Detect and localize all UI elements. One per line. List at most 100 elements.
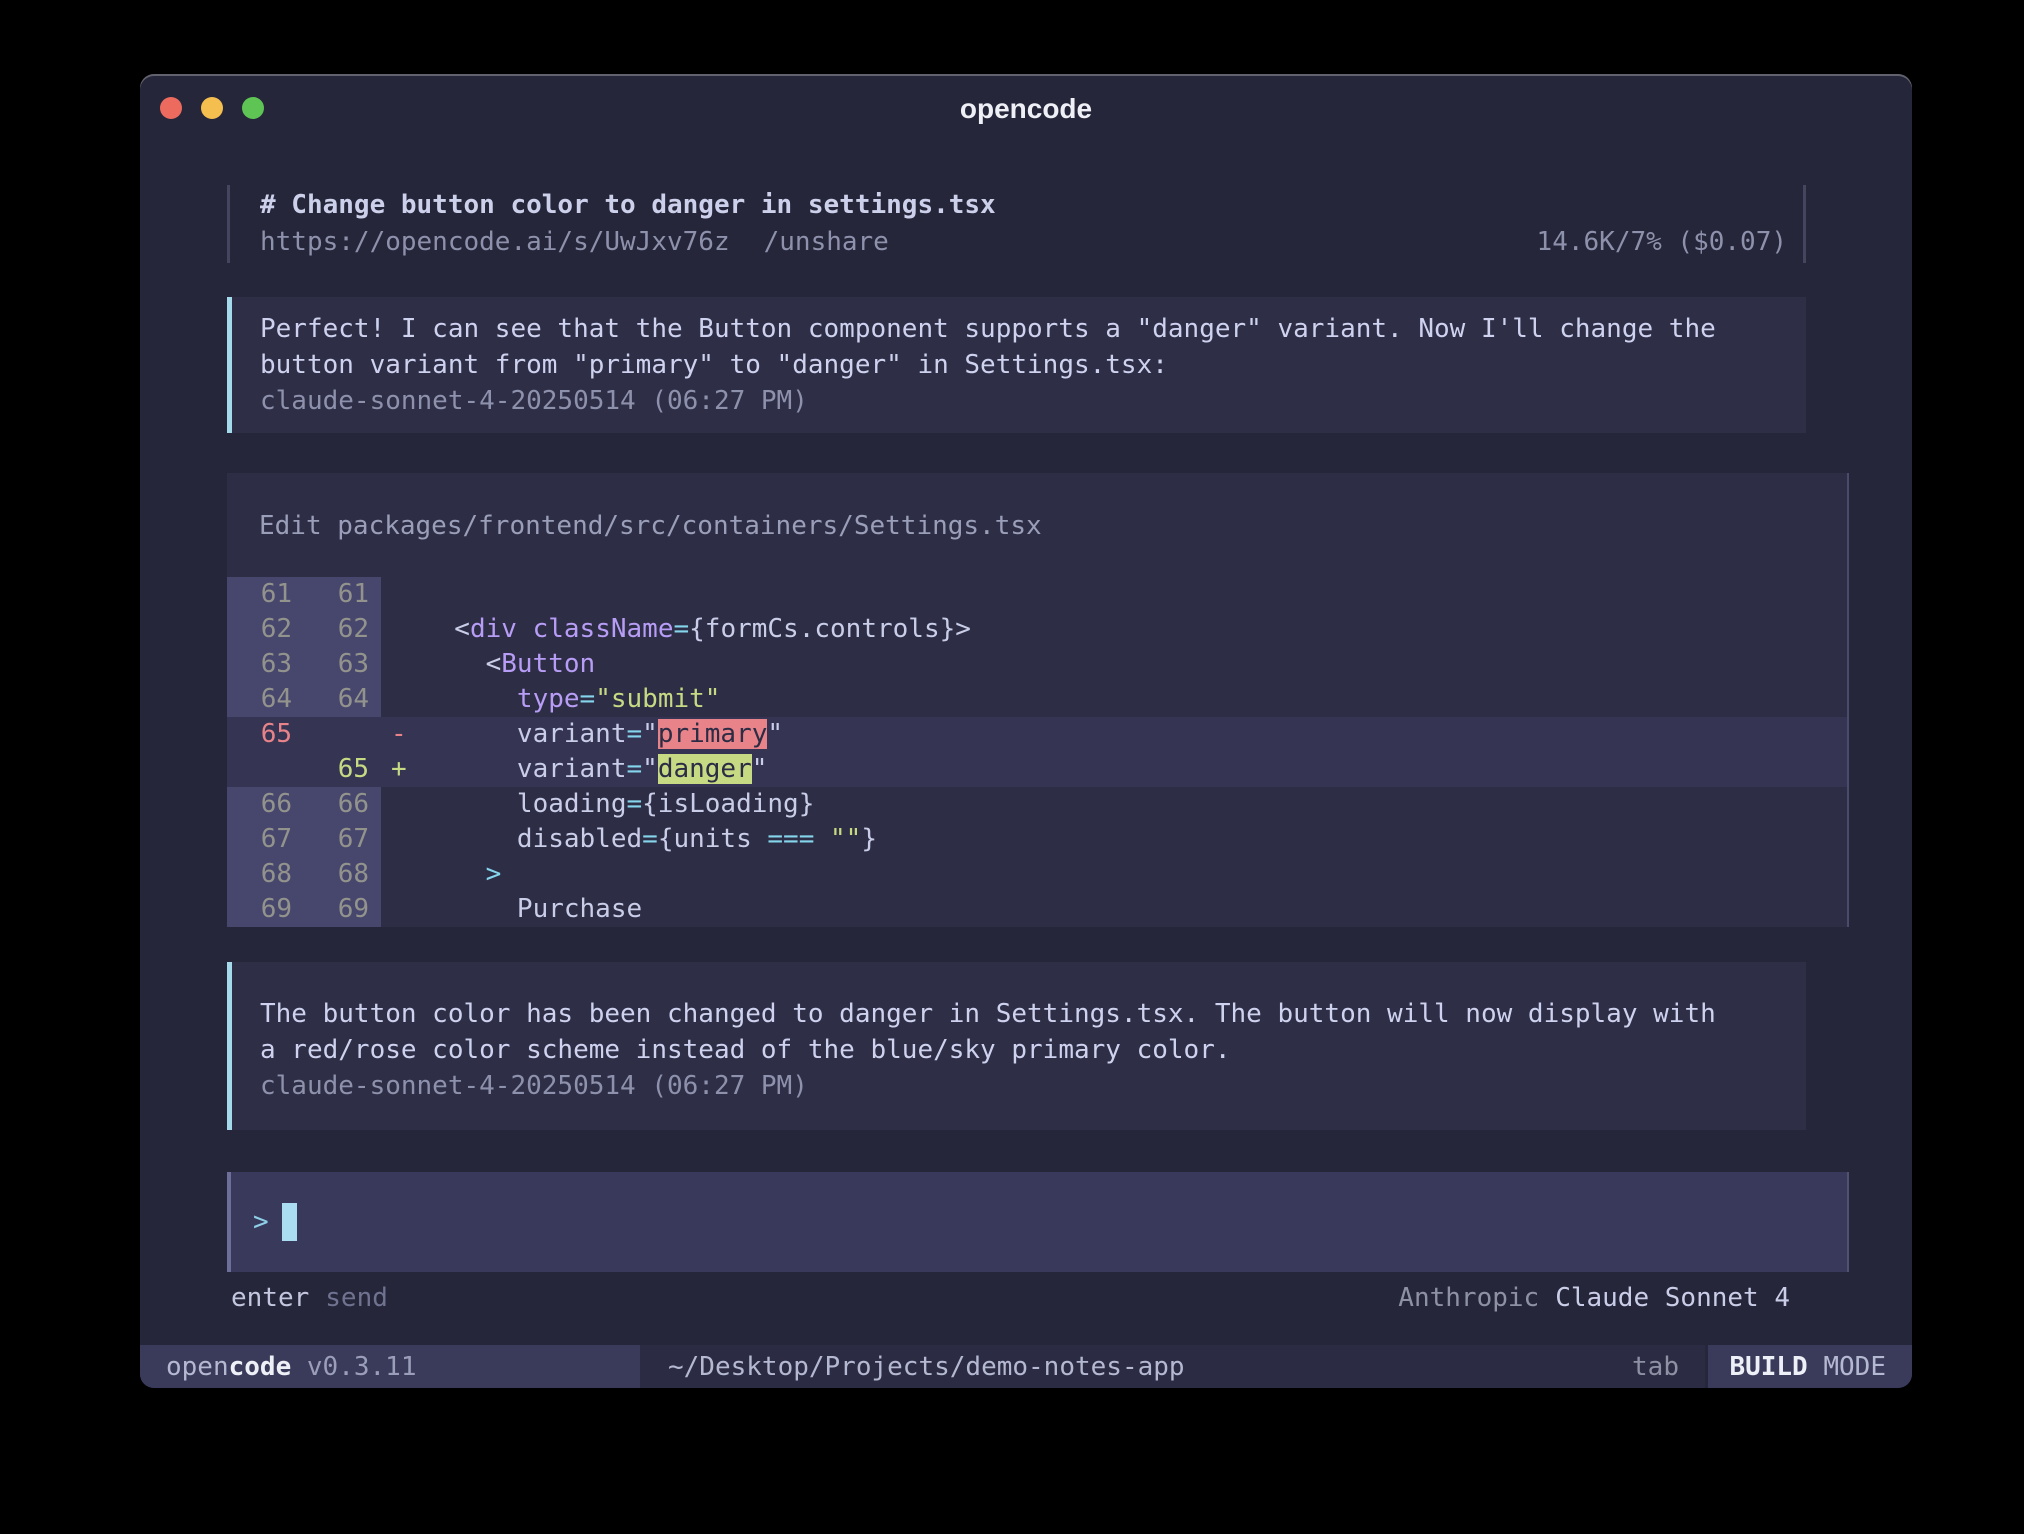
enter-key-label: enter xyxy=(231,1283,309,1313)
code-line: <div className={formCs.controls}> xyxy=(423,612,971,647)
code-token: div xyxy=(470,614,517,644)
maximize-button[interactable] xyxy=(242,97,264,119)
diff-marker xyxy=(381,577,423,612)
new-line-number: 69 xyxy=(304,892,381,927)
old-line-number: 66 xyxy=(227,787,304,822)
diff-row: 6262 <div className={formCs.controls}> xyxy=(227,612,1847,647)
close-button[interactable] xyxy=(160,97,182,119)
old-line-number: 62 xyxy=(227,612,304,647)
diff-row: 6767 disabled={units === ""} xyxy=(227,822,1847,857)
code-line: variant="primary" xyxy=(423,717,783,752)
code-line: > xyxy=(423,857,501,892)
edit-tool-card: Edit packages/frontend/src/containers/Se… xyxy=(227,473,1849,927)
code-token: className xyxy=(533,614,674,644)
app-version-badge: opencode v0.3.11 xyxy=(140,1345,640,1388)
share-url[interactable]: https://opencode.ai/s/UwJxv76z xyxy=(260,227,730,257)
code-token: " xyxy=(767,719,783,749)
model-timestamp: claude-sonnet-4-20250514 (06:27 PM) xyxy=(260,1068,1782,1104)
new-line-number xyxy=(304,717,381,752)
message-line: Perfect! I can see that the Button compo… xyxy=(260,311,1782,347)
code-token: = xyxy=(627,719,643,749)
code-token: danger xyxy=(658,754,752,784)
version-label: v0.3.11 xyxy=(291,1352,416,1382)
screen: opencode # Change button color to danger… xyxy=(0,0,2024,1534)
code-token: disabled xyxy=(423,824,642,854)
code-token: variant xyxy=(423,754,627,784)
edit-file-label: Edit packages/frontend/src/containers/Se… xyxy=(227,473,1847,577)
window-controls xyxy=(160,97,264,119)
code-line: loading={isLoading} xyxy=(423,787,814,822)
unshare-command[interactable]: /unshare xyxy=(764,227,889,257)
code-line: variant="danger" xyxy=(423,752,767,787)
code-token: < xyxy=(423,614,470,644)
model-indicator[interactable]: AnthropicClaude Sonnet 4 xyxy=(1398,1280,1790,1316)
new-line-number: 62 xyxy=(304,612,381,647)
brand-code: code xyxy=(229,1352,292,1382)
assistant-message: Perfect! I can see that the Button compo… xyxy=(227,297,1806,433)
hint-bar: entersend AnthropicClaude Sonnet 4 xyxy=(227,1280,1806,1316)
mode-badge[interactable]: BUILD MODE xyxy=(1705,1345,1912,1388)
message-line: a red/rose color scheme instead of the b… xyxy=(260,1032,1782,1068)
code-line: <Button xyxy=(423,647,595,682)
new-line-number: 66 xyxy=(304,787,381,822)
code-token: variant xyxy=(423,719,627,749)
code-token: = xyxy=(642,824,658,854)
code-token: = xyxy=(627,754,643,784)
new-line-number: 64 xyxy=(304,682,381,717)
code-token: = xyxy=(673,614,689,644)
diff-marker xyxy=(381,857,423,892)
prompt-symbol: > xyxy=(253,1207,269,1237)
code-token xyxy=(423,859,486,889)
tab-key-hint[interactable]: tab xyxy=(1632,1345,1705,1388)
diff-view: 61616262 <div className={formCs.controls… xyxy=(227,577,1847,927)
provider-label: Anthropic xyxy=(1398,1283,1539,1313)
new-line-number: 68 xyxy=(304,857,381,892)
token-usage: 14.6K/7% ($0.07) xyxy=(1537,224,1787,261)
opencode-window: opencode # Change button color to danger… xyxy=(140,74,1912,1388)
diff-row: 6969 Purchase xyxy=(227,892,1847,927)
session-title: # Change button color to danger in setti… xyxy=(260,187,1787,224)
code-line: disabled={units === ""} xyxy=(423,822,877,857)
status-bar: opencode v0.3.11 ~/Desktop/Projects/demo… xyxy=(140,1345,1912,1388)
working-directory: ~/Desktop/Projects/demo-notes-app xyxy=(640,1345,1185,1388)
prompt-input[interactable]: > xyxy=(227,1172,1849,1272)
diff-marker: - xyxy=(381,717,423,752)
code-token: "" xyxy=(830,824,861,854)
old-line-number: 67 xyxy=(227,822,304,857)
code-token: "submit" xyxy=(595,684,720,714)
message-line: The button color has been changed to dan… xyxy=(260,996,1782,1032)
old-line-number: 64 xyxy=(227,682,304,717)
code-token xyxy=(814,824,830,854)
diff-marker xyxy=(381,787,423,822)
old-line-number: 63 xyxy=(227,647,304,682)
diff-marker xyxy=(381,682,423,717)
text-cursor xyxy=(282,1203,297,1241)
old-line-number xyxy=(227,752,304,787)
diff-marker xyxy=(381,647,423,682)
code-token: " xyxy=(642,719,658,749)
code-token: Button xyxy=(501,649,595,679)
code-token: " xyxy=(642,754,658,784)
session-header: # Change button color to danger in setti… xyxy=(227,185,1806,263)
window-title: opencode xyxy=(140,74,1912,140)
titlebar: opencode xyxy=(140,74,1912,140)
diff-row: 6363 <Button xyxy=(227,647,1847,682)
diff-row: 65+ variant="danger" xyxy=(227,752,1847,787)
code-token: === xyxy=(767,824,814,854)
code-token: Purchase xyxy=(423,894,642,924)
code-line: Purchase xyxy=(423,892,642,927)
message-line: button variant from "primary" to "danger… xyxy=(260,347,1782,383)
code-token: < xyxy=(423,649,501,679)
code-token xyxy=(423,684,517,714)
code-token: = xyxy=(580,684,596,714)
diff-row: 6161 xyxy=(227,577,1847,612)
diff-row: 6464 type="submit" xyxy=(227,682,1847,717)
mode-suffix: MODE xyxy=(1808,1352,1886,1382)
assistant-message: The button color has been changed to dan… xyxy=(227,962,1806,1130)
brand-open: open xyxy=(166,1352,229,1382)
code-token: primary xyxy=(658,719,768,749)
diff-row: 6868 > xyxy=(227,857,1847,892)
minimize-button[interactable] xyxy=(201,97,223,119)
code-token: } xyxy=(861,824,877,854)
code-token: " xyxy=(752,754,768,784)
